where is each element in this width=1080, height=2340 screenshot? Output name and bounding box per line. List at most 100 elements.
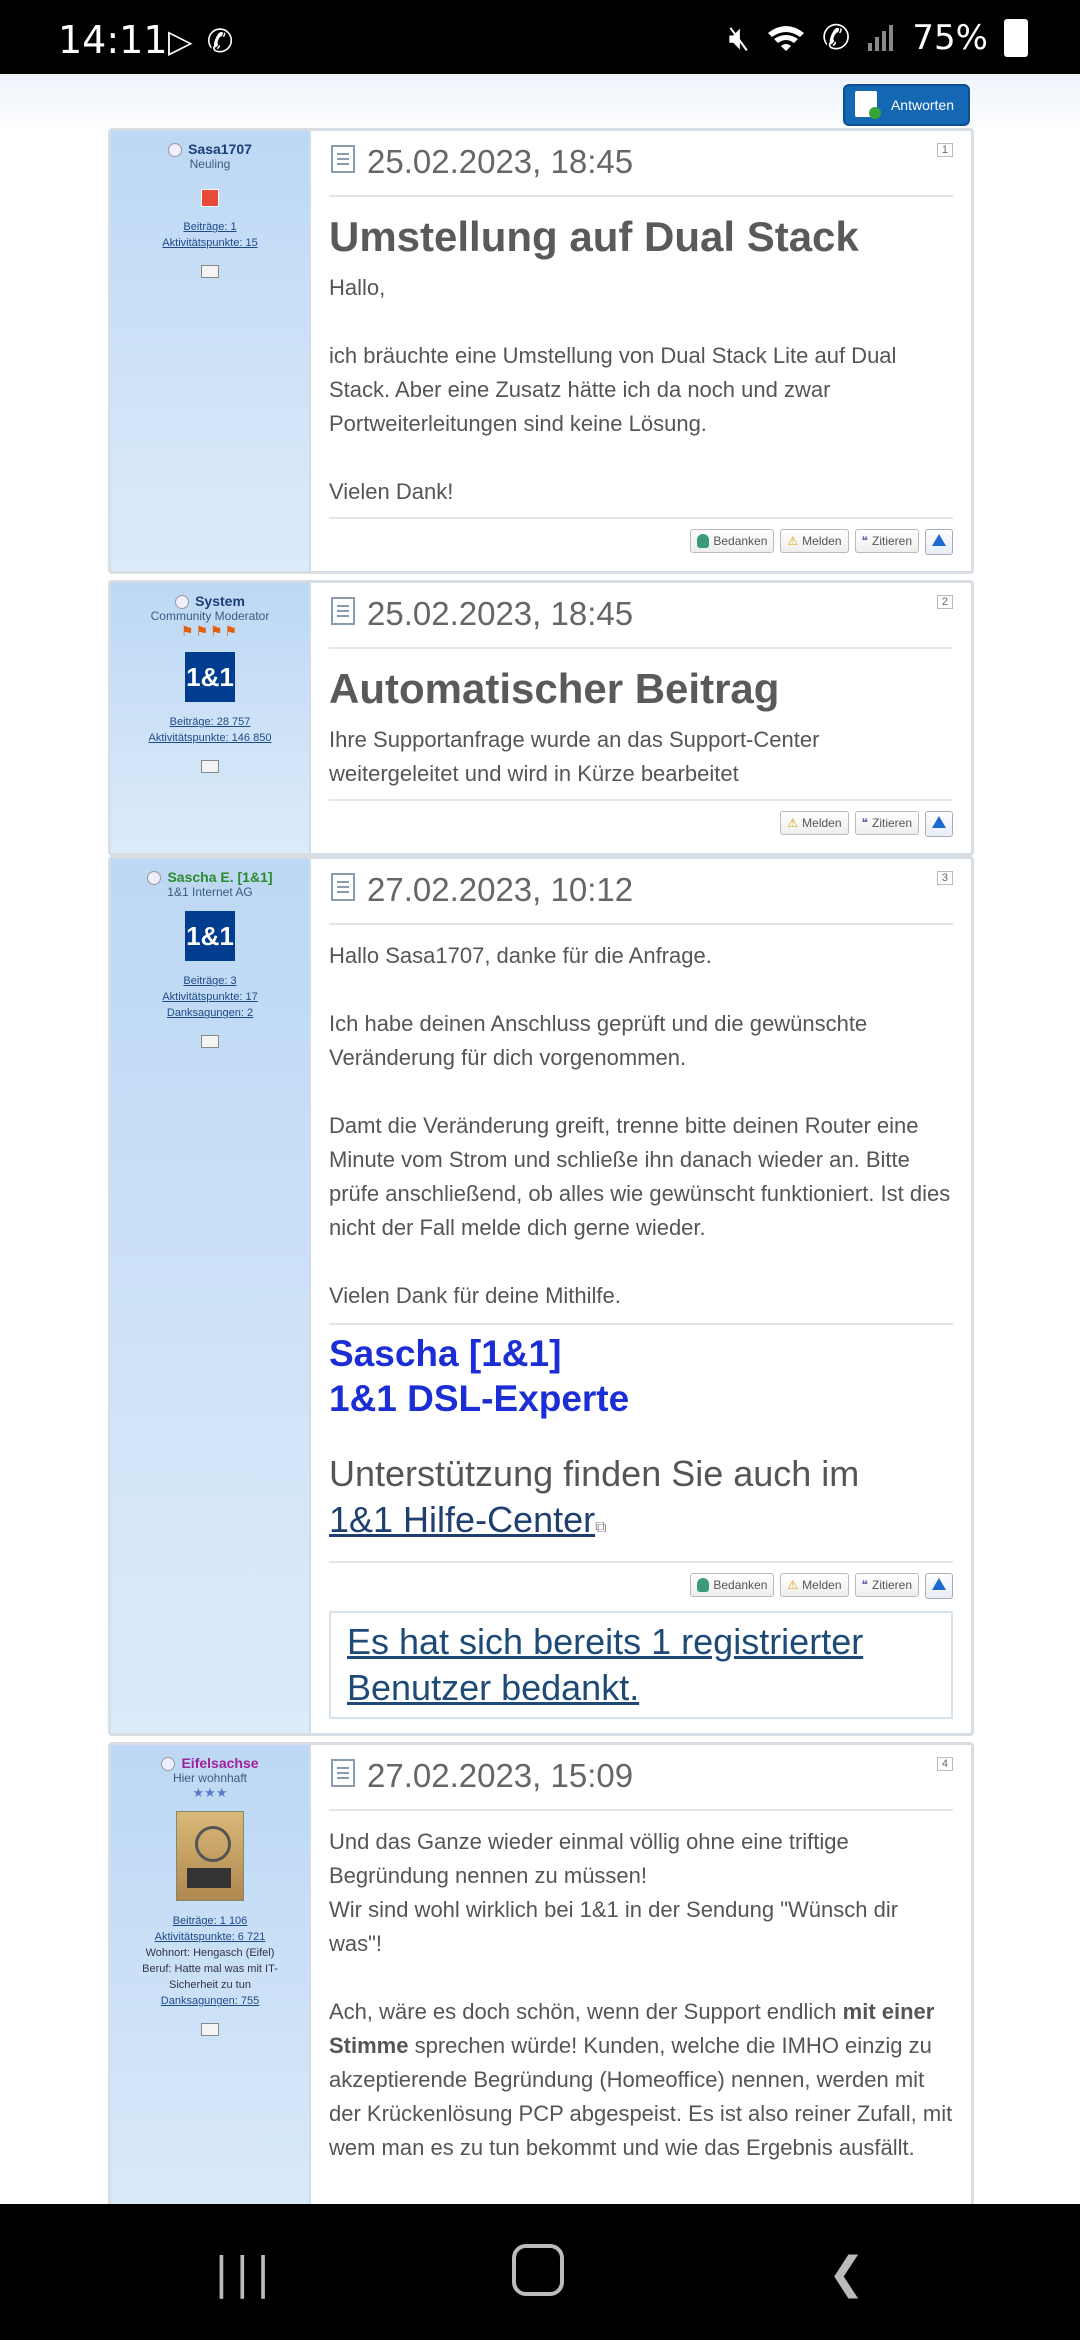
author-name[interactable]: Sascha E. [1&1] — [111, 869, 309, 886]
signature-role: 1&1 DSL-Experte — [329, 1378, 630, 1419]
signature-name: Sascha [1&1] — [329, 1333, 562, 1374]
thank-button[interactable]: Bedanken — [690, 529, 775, 553]
quote-icon: ❝ — [861, 534, 868, 548]
author-activity-link[interactable]: Aktivitätspunkte: 17 — [111, 989, 309, 1005]
home-icon[interactable] — [512, 2244, 564, 2296]
author-name[interactable]: System — [111, 593, 309, 610]
private-message-icon[interactable] — [201, 265, 219, 279]
post-date: 27.02.2023, 10:12 — [367, 871, 634, 908]
post-author-panel: Eifelsachse Hier wohnhaft ★★★ Beiträge: … — [111, 1745, 311, 2204]
post-number-link[interactable]: 3 — [936, 871, 953, 885]
author-stats: Beiträge: 1 Aktivitätspunkte: 15 — [111, 219, 309, 251]
volte-icon: ✆ — [821, 18, 851, 58]
post-date: 25.02.2023, 18:45 — [367, 595, 634, 632]
quote-button[interactable]: ❝ Zitieren — [854, 811, 919, 835]
post-document-icon — [331, 145, 355, 173]
report-button[interactable]: ⚠ Melden — [780, 811, 849, 835]
recent-apps-icon[interactable]: ||| — [214, 2248, 276, 2299]
post-document-icon — [331, 597, 355, 625]
author-name[interactable]: Eifelsachse — [111, 1755, 309, 1772]
thank-button[interactable]: Bedanken — [690, 1573, 775, 1597]
rank-stars-icon: ★★★ — [192, 1785, 228, 1801]
status-bar: 14:11 ▷ ✆ 🔇︎ ✆ 75% — [0, 0, 1080, 74]
private-message-icon[interactable] — [201, 1035, 219, 1049]
author-location: Wohnort: Hengasch (Eifel) — [145, 1947, 275, 1960]
post-date: 25.02.2023, 18:45 — [367, 143, 634, 180]
thanks-box-link[interactable]: Es hat sich bereits 1 registrierter Benu… — [329, 1611, 953, 1719]
avatar[interactable]: 1&1 — [185, 911, 235, 962]
thread-content[interactable]: Antworten Sasa1707 Neuling Beiträge: 1 A… — [0, 74, 1080, 2204]
author-thanks-link[interactable]: Danksagungen: 755 — [111, 1993, 309, 2009]
post-title: Automatischer Beitrag — [329, 665, 780, 712]
post-date: 27.02.2023, 15:09 — [367, 1757, 634, 1794]
avatar[interactable] — [176, 1811, 244, 1902]
post-body: Ihre Supportanfrage wurde an das Support… — [329, 727, 820, 786]
post-number-link[interactable]: 2 — [936, 595, 953, 609]
author-posts-link[interactable]: Beiträge: 28 757 — [111, 714, 309, 730]
quote-icon: ❝ — [861, 816, 868, 830]
battery-icon — [1004, 19, 1028, 57]
help-center-link[interactable]: 1&1 Hilfe-Center — [329, 1499, 595, 1540]
private-message-icon[interactable] — [201, 760, 219, 774]
scroll-top-button[interactable] — [925, 529, 953, 555]
report-button[interactable]: ⚠ Melden — [780, 1573, 849, 1597]
author-activity-link[interactable]: Aktivitätspunkte: 146 850 — [111, 730, 309, 746]
warning-icon: ⚠ — [787, 1578, 799, 1592]
post-actions: ⚠ Melden ❝ Zitieren — [329, 799, 953, 843]
scroll-top-button[interactable] — [925, 811, 953, 837]
author-posts-link[interactable]: Beiträge: 1 — [111, 219, 309, 235]
clock: 14:11 — [58, 18, 168, 62]
author-activity-link[interactable]: Aktivitätspunkte: 15 — [111, 235, 309, 251]
author-job: Beruf: Hatte mal was mit IT-Sicherheit z… — [142, 1963, 278, 1992]
quote-button[interactable]: ❝ Zitieren — [854, 529, 919, 553]
wifi-call-icon: ✆ — [206, 23, 234, 59]
post-actions: Bedanken ⚠ Melden ❝ Zitieren — [329, 1561, 953, 1605]
external-link-icon: ⧉ — [595, 1519, 607, 1536]
thumb-icon — [697, 534, 710, 548]
warning-icon: ⚠ — [787, 816, 799, 830]
post-title: Umstellung auf Dual Stack — [329, 213, 859, 260]
author-posts-link[interactable]: Beiträge: 1 106 — [111, 1913, 309, 1929]
wifi-icon — [767, 26, 804, 51]
post-number-link[interactable]: 4 — [936, 1757, 953, 1771]
post-number-link[interactable]: 1 — [936, 143, 953, 157]
signature-help-text: Unterstützung finden Sie auch im — [329, 1453, 860, 1494]
scroll-top-button[interactable] — [925, 1573, 953, 1599]
offline-status-icon — [147, 871, 162, 886]
post-document-icon — [331, 873, 355, 901]
quote-icon: ❝ — [861, 1578, 868, 1592]
signal-icon — [868, 25, 894, 51]
author-activity-link[interactable]: Aktivitätspunkte: 6 721 — [111, 1929, 309, 1945]
play-store-icon: ▷ — [168, 23, 193, 59]
post-body: Und das Ganze wieder einmal völlig ohne … — [329, 1829, 953, 2160]
post-1: Sasa1707 Neuling Beiträge: 1 Aktivitätsp… — [108, 128, 974, 574]
author-posts-link[interactable]: Beiträge: 3 — [111, 973, 309, 989]
offline-status-icon — [161, 1757, 176, 1772]
post-document-icon — [331, 1759, 355, 1787]
author-rank: Community Moderator — [150, 609, 270, 624]
post-2: System Community Moderator ⚑⚑⚑⚑ 1&1 Beit… — [108, 580, 974, 856]
rank-star-icon — [201, 189, 219, 208]
moderator-flags-icon: ⚑⚑⚑⚑ — [180, 623, 240, 640]
author-rank: Neuling — [189, 157, 231, 172]
battery-level: 75% — [912, 18, 988, 58]
offline-status-icon — [175, 595, 190, 610]
quote-button[interactable]: ❝ Zitieren — [854, 1573, 919, 1597]
author-stats: Beiträge: 3 Aktivitätspunkte: 17 Danksag… — [111, 973, 309, 1021]
author-name[interactable]: Sasa1707 — [111, 141, 309, 158]
back-icon[interactable]: ❮ — [828, 2248, 865, 2299]
post-body: Hallo, ich bräuchte eine Umstellung von … — [329, 275, 897, 504]
post-3: Sascha E. [1&1] 1&1 Internet AG 1&1 Beit… — [108, 856, 974, 1736]
private-message-icon[interactable] — [201, 2023, 219, 2037]
signature: Sascha [1&1] 1&1 DSL-Experte Unterstützu… — [329, 1323, 953, 1551]
post-actions: Bedanken ⚠ Melden ❝ Zitieren — [329, 517, 953, 561]
reply-button[interactable]: Antworten — [842, 84, 970, 126]
author-rank: 1&1 Internet AG — [167, 885, 253, 900]
author-rank: Hier wohnhaft — [172, 1771, 248, 1786]
avatar[interactable]: 1&1 — [185, 652, 235, 703]
report-button[interactable]: ⚠ Melden — [780, 529, 849, 553]
author-thanks-link[interactable]: Danksagungen: 2 — [111, 1005, 309, 1021]
system-nav-bar: ||| ❮ — [0, 2204, 1080, 2340]
post-author-panel: Sascha E. [1&1] 1&1 Internet AG 1&1 Beit… — [111, 859, 311, 1733]
post-body: Hallo Sasa1707, danke für die Anfrage. I… — [329, 943, 951, 1308]
